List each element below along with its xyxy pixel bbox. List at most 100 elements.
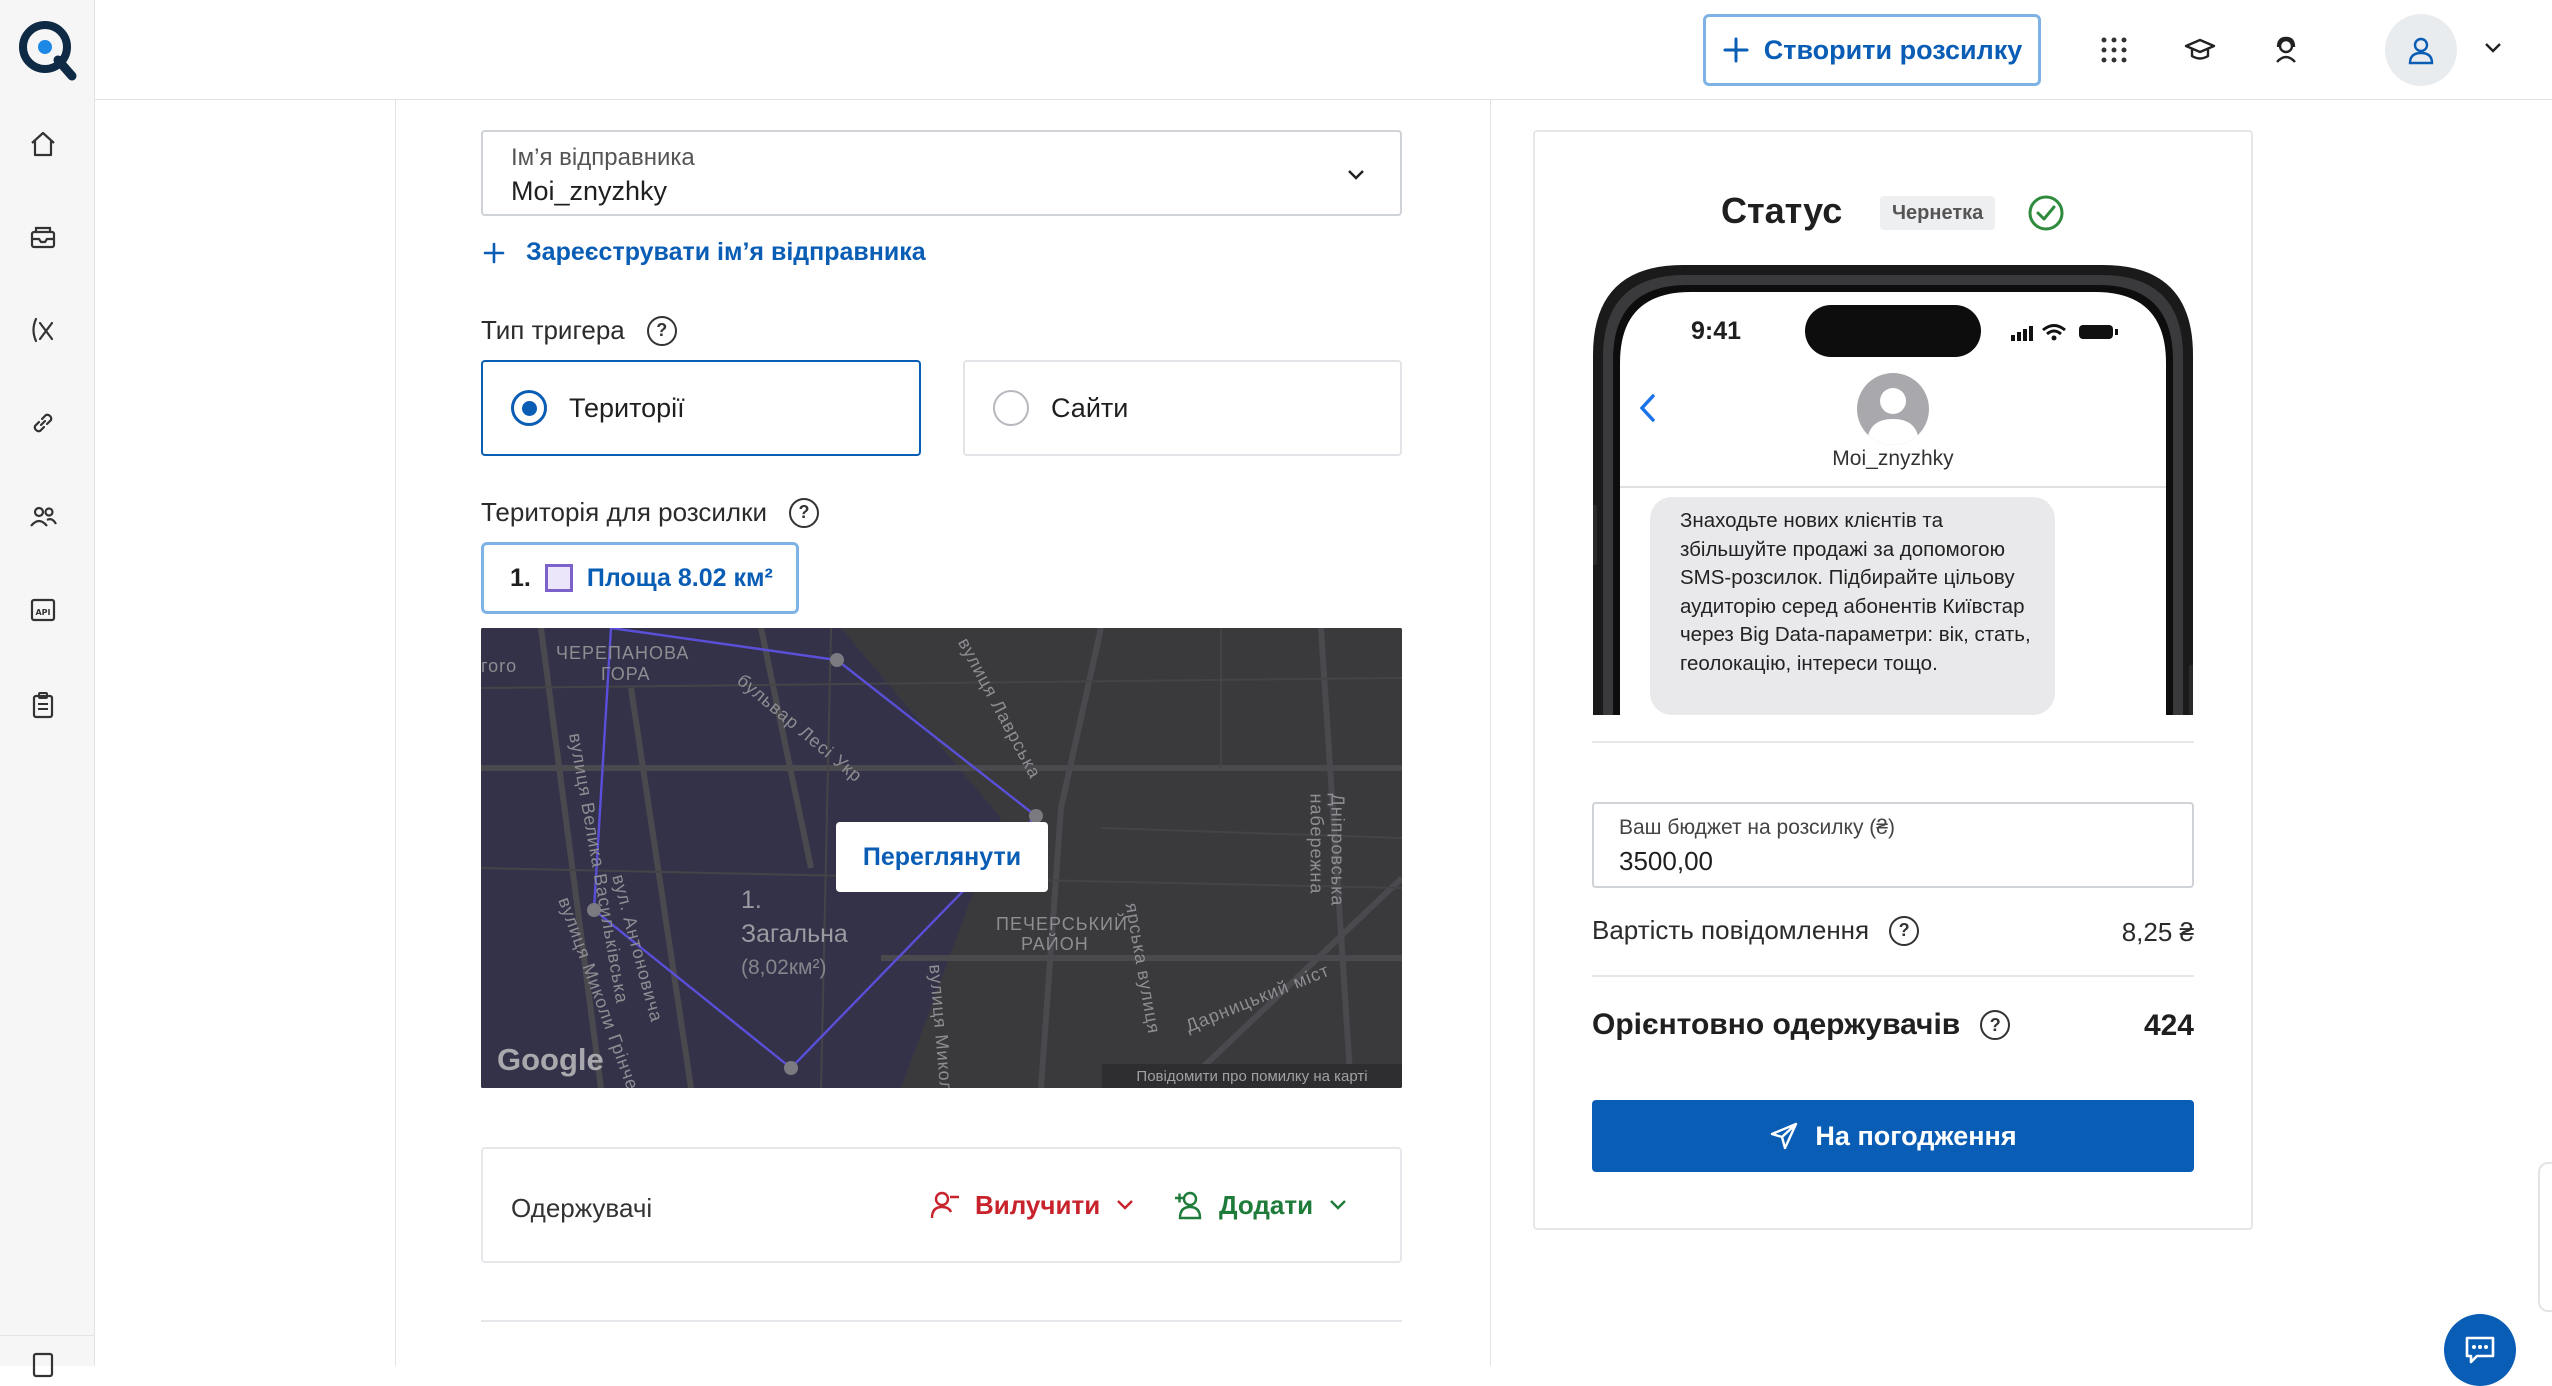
map-label: ГОРА	[601, 664, 651, 684]
svg-text:API: API	[35, 608, 50, 617]
recipients-label: Одержувачі	[511, 1193, 653, 1223]
send-icon	[1771, 1122, 1798, 1150]
user-avatar[interactable]	[2385, 14, 2457, 86]
clipboard-icon[interactable]	[26, 688, 60, 722]
formula-icon[interactable]	[26, 313, 60, 347]
phone-time: 9:41	[1691, 317, 1742, 345]
exclude-label: Вилучити	[975, 1189, 1101, 1220]
territory-label: Територія для розсилки	[481, 497, 767, 527]
territory-tag-label: Площа 8.02 км²	[586, 563, 773, 592]
side-drawer-handle[interactable]	[2538, 1162, 2552, 1312]
add-dropdown[interactable]: Додати	[1173, 1189, 1349, 1221]
support-agent-icon[interactable]	[2266, 30, 2306, 70]
inbox-icon[interactable]	[26, 220, 60, 254]
panel-divider	[1592, 975, 2194, 977]
api-icon[interactable]: API	[26, 593, 60, 627]
register-sender-label: Зареєструвати ім’я відправника	[526, 238, 926, 266]
chevron-down-icon	[1330, 1200, 1346, 1210]
user-icon	[2408, 37, 2434, 65]
account-chevron-down-icon[interactable]	[2482, 36, 2504, 58]
sender-name-select[interactable]: Ім’я відправника Moi_znyzhky	[481, 130, 1402, 216]
google-logo: Google	[497, 1042, 604, 1077]
trigger-option-territories[interactable]: Території	[481, 360, 921, 456]
panel-divider	[1592, 741, 2194, 743]
link-icon[interactable]	[26, 406, 60, 440]
status-title: Статус	[1721, 190, 1843, 231]
budget-value: 3500,00	[1619, 846, 1713, 876]
chevron-down-icon	[1345, 164, 1367, 186]
user-plus-icon	[1175, 1191, 1202, 1220]
apps-grid-icon[interactable]	[2094, 30, 2134, 70]
cost-value: 8,25 ₴	[2121, 917, 2194, 947]
create-mailing-label: Створити розсилку	[1763, 34, 2023, 65]
submit-label: На погодження	[1815, 1120, 2017, 1151]
plus-icon	[1723, 37, 1749, 63]
view-map-button[interactable]: Переглянути	[836, 822, 1048, 892]
map-area-label: 1. Загальна (8,02км²)	[741, 883, 848, 985]
home-icon[interactable]	[26, 127, 60, 161]
map-label: ЧЕРЕПАНОВА	[556, 643, 690, 663]
report-map-error-link[interactable]: Повідомити про помилку на карті	[1102, 1064, 1402, 1088]
chevron-down-icon	[1117, 1200, 1134, 1210]
message-cost-row: Вартість повідомлення ?	[1592, 915, 1920, 946]
add-label: Додати	[1219, 1189, 1314, 1220]
column-divider-left	[395, 100, 396, 1366]
contact-name: Moi_znyzhky	[1832, 447, 1954, 470]
help-icon[interactable]: ?	[646, 315, 677, 346]
create-mailing-button[interactable]: Створити розсилку	[1703, 14, 2041, 86]
exclude-dropdown[interactable]: Вилучити	[929, 1189, 1136, 1221]
map-label: РАЙОН	[1021, 934, 1089, 954]
trigger-option-label: Території	[569, 392, 685, 423]
document-icon[interactable]	[26, 1348, 60, 1382]
back-chevron-icon[interactable]	[1638, 393, 1658, 423]
map-label: Дніпровська набережна	[1306, 793, 1348, 907]
sms-preview-phone: 9:41 Moi_znyzhky Знаходьте нових клієнті…	[1593, 265, 2193, 715]
territory-header: Територія для розсилки ?	[481, 497, 819, 528]
trigger-option-label: Сайти	[1051, 392, 1129, 423]
radio-empty-icon	[993, 390, 1029, 426]
map-area-number: 1.	[741, 886, 762, 914]
check-circle-icon	[2027, 194, 2065, 232]
map-label: гоrо	[481, 656, 518, 676]
territory-tag-index: 1.	[510, 563, 531, 592]
person-icon	[1867, 388, 1919, 445]
column-divider-right	[1490, 100, 1491, 1366]
user-minus-icon	[930, 1191, 959, 1219]
users-icon[interactable]	[26, 499, 60, 533]
estimated-recipients-label: Орієнтовно одержувачів	[1592, 1008, 1961, 1041]
sms-message-bubble: Знаходьте нових клієнтів та збільшуйте п…	[1650, 497, 2055, 715]
map-area-size: (8,02км²)	[741, 956, 827, 979]
trigger-type-header: Тип тригера ?	[481, 315, 677, 346]
submit-for-approval-button[interactable]: На погодження	[1592, 1100, 2194, 1172]
help-icon[interactable]: ?	[788, 497, 819, 528]
contact-avatar	[1857, 373, 1929, 445]
logo-icon[interactable]	[12, 14, 82, 84]
cost-label: Вартість повідомлення	[1592, 915, 1870, 945]
sidebar-divider	[0, 1335, 95, 1336]
radio-selected-icon	[511, 390, 547, 426]
territory-color-swatch	[544, 564, 573, 592]
map-area-name: Загальна	[741, 920, 848, 948]
trigger-type-label: Тип тригера	[481, 315, 625, 345]
recipients-card: Одержувачі Вилучити Додати	[481, 1147, 1402, 1263]
status-badge: Чернетка	[1880, 196, 1996, 230]
territory-tag[interactable]: 1. Площа 8.02 км²	[481, 542, 799, 614]
estimated-recipients-value: 424	[2143, 1009, 2194, 1042]
sender-name-label: Ім’я відправника	[511, 144, 695, 171]
sidebar: API	[0, 0, 95, 1378]
help-icon[interactable]: ?	[1889, 915, 1920, 946]
signal-wifi-battery-icons	[2011, 321, 2121, 343]
chat-icon	[2465, 1336, 2495, 1364]
graduation-cap-icon[interactable]	[2180, 30, 2220, 70]
estimated-recipients-row: Орієнтовно одержувачів ?	[1592, 1008, 2011, 1042]
sender-name-value: Moi_znyzhky	[511, 176, 668, 206]
territory-map[interactable]: ЧЕРЕПАНОВА ГОРА бульвар Лесі Укр вулиця …	[481, 628, 1402, 1088]
plus-icon	[483, 242, 505, 263]
budget-input[interactable]: Ваш бюджет на розсилку (₴) 3500,00	[1592, 802, 2194, 888]
register-sender-link[interactable]: Зареєструвати ім’я відправника	[482, 238, 926, 267]
help-icon[interactable]: ?	[1980, 1010, 2011, 1040]
map-label: ПЕЧЕРСЬКИЙ	[996, 914, 1128, 934]
form-bottom-divider	[481, 1320, 1402, 1322]
chat-button[interactable]	[2444, 1314, 2516, 1386]
trigger-option-sites[interactable]: Сайти	[963, 360, 1402, 456]
